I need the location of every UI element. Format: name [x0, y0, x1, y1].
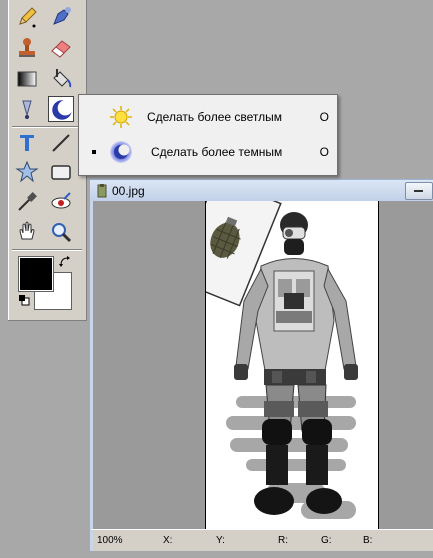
burn-tool[interactable]: [48, 96, 74, 122]
zoom-icon: [52, 223, 72, 243]
document-title: 00.jpg: [112, 184, 145, 198]
toolbox-divider: [12, 126, 82, 128]
toolbox-divider: [12, 249, 82, 251]
paint-bucket-icon: [53, 69, 72, 88]
gradient-tool[interactable]: [14, 66, 40, 92]
burn-moon-icon: [52, 100, 73, 120]
y-coordinate-label: Y:: [216, 535, 225, 546]
zoom-level[interactable]: 100%: [97, 535, 123, 546]
menu-item-lighten[interactable]: Сделать более светлым O: [79, 102, 337, 132]
line-tool[interactable]: [48, 130, 74, 156]
red-eye-icon: [51, 192, 71, 209]
status-bar: 100% X: Y: R: G: B:: [90, 529, 433, 551]
menu-item-darken[interactable]: Сделать более темным O: [79, 137, 337, 167]
soldier-photo-image: [206, 201, 358, 519]
eyedropper-icon: [18, 192, 37, 211]
zoom-tool[interactable]: [48, 219, 74, 245]
pen-tool[interactable]: [48, 4, 74, 30]
blur-icon: [22, 100, 32, 119]
moon-icon: [110, 141, 132, 163]
red-value-label: R:: [278, 535, 288, 546]
tools-panel: [8, 0, 87, 321]
eyedropper-tool[interactable]: [14, 189, 40, 215]
pen-icon: [53, 7, 71, 25]
pencil-tool[interactable]: [14, 4, 40, 30]
workspace-background: [0, 551, 433, 558]
hand-tool[interactable]: [14, 219, 40, 245]
green-value-label: G:: [321, 535, 332, 546]
image-canvas[interactable]: [205, 201, 379, 529]
stamp-icon: [19, 38, 35, 57]
shape-tool-icon: [15, 160, 39, 183]
line-tool-icon: [52, 134, 70, 152]
paint-bucket-tool[interactable]: [48, 66, 74, 92]
eraser-icon: [51, 40, 71, 58]
red-eye-tool[interactable]: [48, 189, 74, 215]
minimize-button[interactable]: [405, 182, 433, 200]
eraser-tool[interactable]: [48, 35, 74, 61]
document-canvas-area[interactable]: [90, 201, 433, 529]
menu-item-shortcut: O: [319, 110, 329, 124]
pencil-icon: [19, 7, 37, 28]
selected-bullet-icon: [92, 150, 96, 154]
rectangle-tool[interactable]: [48, 159, 74, 185]
tool-flyout-menu: Сделать более светлым O Сделать более те…: [78, 94, 338, 176]
blue-value-label: B:: [363, 535, 373, 546]
rectangle-tool-icon: [51, 165, 71, 180]
menu-item-shortcut: O: [319, 145, 329, 159]
text-tool-icon: [20, 135, 34, 151]
blur-tool[interactable]: [14, 96, 40, 122]
menu-item-label: Сделать более светлым: [147, 110, 283, 124]
foreground-color-swatch[interactable]: [18, 256, 54, 292]
hand-icon: [19, 221, 35, 240]
gradient-icon: [17, 71, 37, 87]
text-tool[interactable]: [14, 130, 40, 156]
clone-stamp-tool[interactable]: [14, 35, 40, 61]
swap-colors-icon[interactable]: [58, 255, 72, 269]
sun-icon: [110, 106, 132, 128]
document-file-icon: [97, 184, 107, 198]
menu-item-label: Сделать более темным: [151, 145, 283, 159]
shape-tool[interactable]: [14, 159, 40, 185]
x-coordinate-label: X:: [163, 535, 173, 546]
document-titlebar[interactable]: 00.jpg: [90, 179, 433, 202]
default-colors-icon[interactable]: [18, 294, 30, 306]
